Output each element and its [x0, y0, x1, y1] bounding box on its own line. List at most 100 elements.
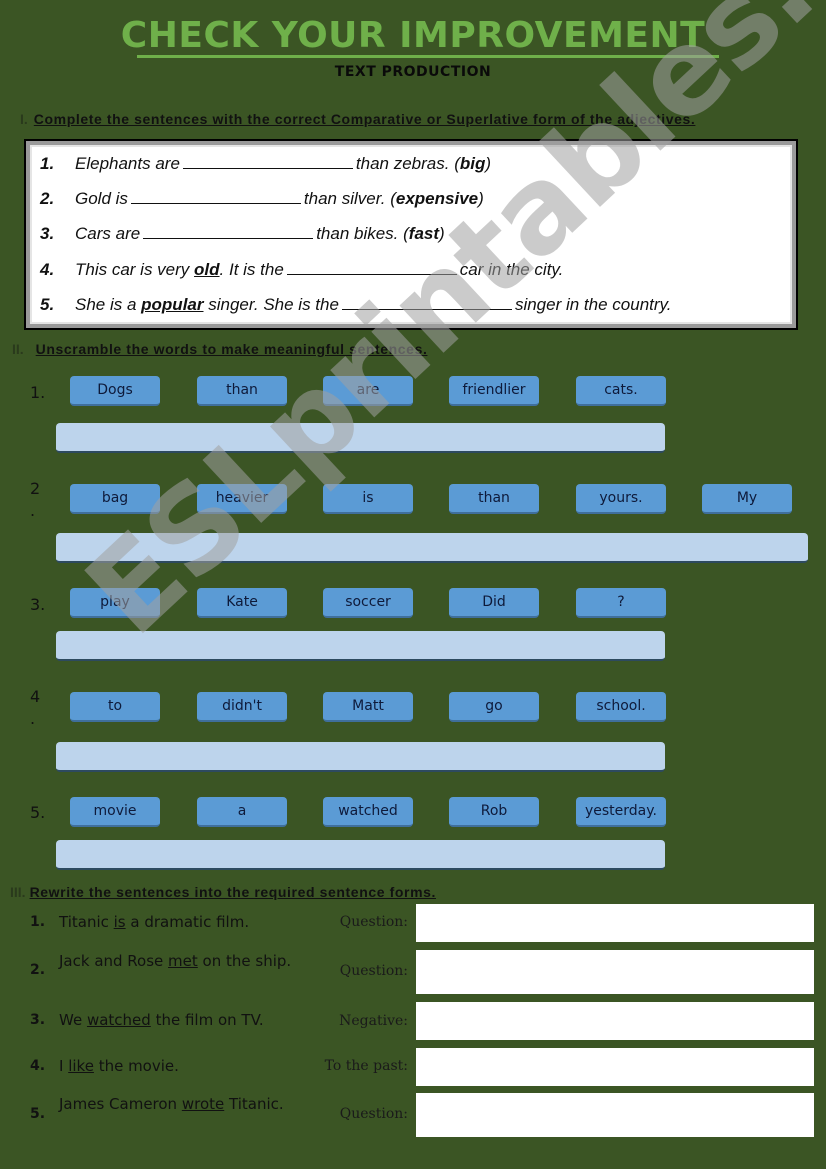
word-card[interactable]: Rob	[449, 797, 539, 827]
sentence-text: the film on TV.	[150, 1011, 264, 1029]
sentence-text: the movie.	[93, 1057, 179, 1075]
answer-blank[interactable]	[286, 260, 457, 275]
section-3-instruction: Rewrite the sentences into the required …	[29, 884, 436, 900]
adjective-keyword: popular	[141, 295, 204, 314]
answer-blank[interactable]	[130, 189, 301, 204]
word-card[interactable]: are	[323, 376, 413, 406]
section-2-heading: II. Unscramble the words to make meaningf…	[12, 341, 427, 357]
answer-blank[interactable]	[182, 154, 353, 169]
sentence-item: 5. She is a popular singer. She is the sin…	[40, 295, 672, 315]
word-card[interactable]: cats.	[576, 376, 666, 406]
form-label: Question:	[339, 963, 408, 979]
word-card[interactable]: movie	[70, 797, 160, 827]
worksheet-subtitle: TEXT PRODUCTION	[334, 64, 492, 80]
item-number: 5.	[40, 295, 55, 314]
adjective-hint: big	[459, 154, 486, 173]
sentence-text: We	[59, 1011, 87, 1029]
question-number: 4 .	[30, 687, 41, 728]
source-sentence: I like the movie.	[59, 1056, 299, 1076]
word-card[interactable]: play	[70, 588, 160, 618]
sentence-item: 3. Cars are than bikes. (fast)	[40, 224, 445, 244]
sentence-text: Gold is	[75, 189, 128, 208]
word-card[interactable]: My	[702, 484, 792, 514]
word-card[interactable]: bag	[70, 484, 160, 514]
word-card[interactable]: Did	[449, 588, 539, 618]
sentence-text: than silver. (	[303, 189, 396, 208]
word-card[interactable]: go	[449, 692, 539, 722]
word-card[interactable]: a	[197, 797, 287, 827]
sentence-text: Elephants are	[75, 154, 180, 173]
verb-keyword: wrote	[181, 1095, 225, 1113]
answer-field[interactable]	[416, 1002, 814, 1040]
item-number: 3.	[40, 224, 55, 243]
word-card[interactable]: ?	[576, 588, 666, 618]
sentence-text: )	[478, 189, 484, 208]
sentence-text: car in the city.	[459, 260, 564, 279]
word-card[interactable]: Dogs	[70, 376, 160, 406]
sentence-text: Cars are	[75, 224, 141, 243]
section-1-heading: I. Complete the sentences with the correc…	[20, 111, 695, 127]
answer-strip[interactable]	[56, 840, 665, 870]
word-card[interactable]: soccer	[323, 588, 413, 618]
question-number: 2 .	[30, 479, 41, 520]
sentence-text: than bikes. (	[316, 224, 409, 243]
section-2-instruction: Unscramble the words to make meaningful …	[35, 341, 428, 357]
word-card[interactable]: than	[197, 376, 287, 406]
sentence-text: Titanic	[59, 913, 114, 931]
sentence-text: She is a	[75, 295, 142, 314]
item-number: 1.	[30, 914, 46, 930]
section-2-number: II.	[12, 341, 24, 357]
answer-blank[interactable]	[341, 295, 512, 310]
answer-field[interactable]	[416, 950, 814, 994]
answer-strip[interactable]	[56, 423, 665, 453]
form-label: To the past:	[324, 1058, 408, 1074]
word-card[interactable]: school.	[576, 692, 666, 722]
word-card[interactable]: than	[449, 484, 539, 514]
word-card[interactable]: is	[323, 484, 413, 514]
sentence-text: James Cameron	[59, 1095, 182, 1113]
word-card[interactable]: yesterday.	[576, 797, 666, 827]
sentence-text: on the ship.	[197, 952, 292, 970]
sentence-item: 2. Gold is than silver. (expensive)	[40, 189, 484, 209]
answer-strip[interactable]	[56, 742, 665, 772]
verb-keyword: is	[113, 913, 126, 931]
sentence-text: Titanic.	[224, 1095, 284, 1113]
sentence-text: )	[439, 224, 445, 243]
item-number: 4.	[30, 1058, 46, 1074]
adjective-hint: fast	[408, 224, 440, 243]
item-number: 5.	[30, 1106, 46, 1122]
verb-keyword: watched	[86, 1011, 151, 1029]
item-number: 4.	[40, 260, 55, 279]
word-card[interactable]: heavier	[197, 484, 287, 514]
word-card[interactable]: friendlier	[449, 376, 539, 406]
answer-field[interactable]	[416, 904, 814, 942]
answer-field[interactable]	[416, 1048, 814, 1086]
sentence-text: singer. She is the	[203, 295, 339, 314]
section-3-heading: III. Rewrite the sentences into the requi…	[10, 884, 436, 900]
sentence-text: a dramatic film.	[125, 913, 250, 931]
question-number: 3.	[30, 595, 46, 614]
section-1-box: 1. Elephants are than zebras. (big) 2. Gold…	[24, 139, 798, 330]
item-number: 1.	[40, 154, 55, 173]
section-1-instruction: Complete the sentences with the correct …	[33, 111, 696, 127]
title-underline	[137, 55, 719, 58]
question-number: 1.	[30, 383, 46, 402]
question-number: 5.	[30, 803, 46, 822]
word-card[interactable]: Kate	[197, 588, 287, 618]
answer-strip[interactable]	[56, 533, 808, 563]
verb-keyword: met	[168, 952, 198, 970]
word-card[interactable]: watched	[323, 797, 413, 827]
answer-strip[interactable]	[56, 631, 665, 661]
form-label: Negative:	[339, 1013, 408, 1029]
section-3-number: III.	[10, 884, 26, 900]
sentence-text: than zebras. (	[355, 154, 460, 173]
word-card[interactable]: to	[70, 692, 160, 722]
section-1-number: I.	[20, 111, 28, 127]
word-card[interactable]: Matt	[323, 692, 413, 722]
answer-field[interactable]	[416, 1093, 814, 1137]
sentence-text: . It is the	[219, 260, 284, 279]
word-card[interactable]: yours.	[576, 484, 666, 514]
word-card[interactable]: didn't	[197, 692, 287, 722]
answer-blank[interactable]	[143, 224, 314, 239]
sentence-text: This car is very	[75, 260, 195, 279]
